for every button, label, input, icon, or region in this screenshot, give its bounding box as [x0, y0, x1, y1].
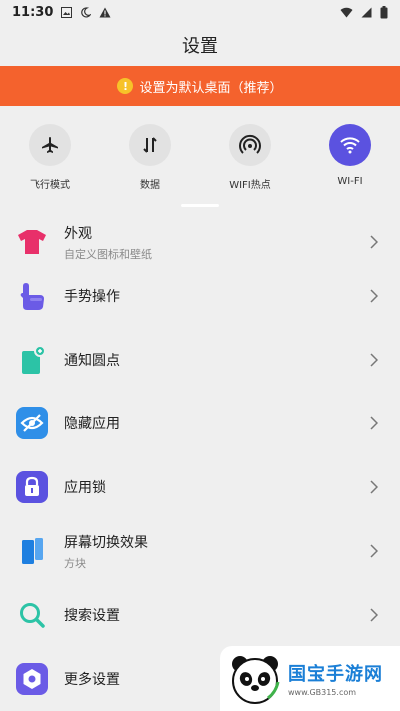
- settings-item-subtitle: 方块: [64, 556, 86, 570]
- panda-logo-icon: [232, 655, 280, 704]
- settings-item-title: 隐藏应用: [64, 416, 120, 432]
- toggle-mobile-data[interactable]: 数据: [110, 124, 190, 191]
- moon-icon: [81, 6, 92, 17]
- settings-item-screen-transition[interactable]: 屏幕切换效果 方块: [0, 519, 400, 583]
- search-icon: [16, 599, 48, 631]
- signal-icon: [361, 7, 372, 17]
- settings-item-hide-apps[interactable]: 隐藏应用: [0, 391, 400, 455]
- settings-item-title: 搜索设置: [64, 608, 120, 624]
- toggle-data-circle: [129, 124, 171, 166]
- settings-item-title: 应用锁: [64, 480, 106, 496]
- warning-badge-icon: !: [117, 78, 134, 94]
- page-title: 设置: [182, 36, 218, 57]
- chevron-right-icon: [368, 352, 380, 368]
- set-default-launcher-banner[interactable]: ! 设置为默认桌面（推荐）: [0, 66, 400, 106]
- chevron-right-icon: [368, 288, 380, 304]
- wifi-icon: [340, 7, 353, 17]
- banner-text: 设置为默认桌面（推荐）: [139, 80, 283, 96]
- settings-item-title: 外观: [64, 225, 92, 242]
- chevron-right-icon: [368, 234, 380, 250]
- toggle-wifi-hotspot[interactable]: WIFI热点: [210, 124, 290, 191]
- settings-item-title: 手势操作: [64, 289, 120, 305]
- hide-eye-icon: [16, 407, 48, 439]
- quick-toggles: 飞行模式 数据 WIFI热点 WI-FI: [0, 124, 400, 196]
- toggle-label: 数据: [140, 180, 160, 191]
- settings-item-subtitle: 自定义图标和壁纸: [64, 247, 152, 261]
- toggle-hotspot-circle: [229, 124, 271, 166]
- hotspot-icon: [239, 134, 261, 154]
- drag-handle[interactable]: [181, 204, 219, 207]
- data-arrows-icon: [143, 137, 157, 153]
- settings-item-gestures[interactable]: 手势操作: [0, 264, 400, 328]
- image-icon: [61, 6, 73, 18]
- settings-item-search-settings[interactable]: 搜索设置: [0, 583, 400, 647]
- toggle-label: 飞行模式: [30, 180, 70, 191]
- toggle-airplane-circle: [29, 124, 71, 166]
- warning-icon: [99, 7, 111, 17]
- toggle-label: WIFI热点: [229, 180, 271, 191]
- tshirt-icon: [16, 226, 48, 258]
- toggle-wifi[interactable]: WI-FI: [310, 124, 390, 187]
- chevron-right-icon: [368, 607, 380, 623]
- notification-dot-icon: [16, 344, 48, 376]
- toggle-wifi-circle: [329, 124, 371, 166]
- battery-icon: [380, 5, 388, 18]
- toggle-airplane-mode[interactable]: 飞行模式: [10, 124, 90, 191]
- settings-item-title: 屏幕切换效果: [64, 534, 148, 551]
- settings-item-title: 更多设置: [64, 672, 120, 688]
- gesture-hand-icon: [16, 280, 48, 312]
- toggle-label: WI-FI: [337, 176, 363, 187]
- chevron-right-icon: [368, 415, 380, 431]
- settings-item-title: 通知圆点: [64, 353, 120, 369]
- site-watermark: 国宝手游网 www.GB315.com: [220, 646, 400, 711]
- screen-transition-icon: [16, 535, 48, 567]
- status-time: 11:30: [12, 4, 54, 20]
- chevron-right-icon: [368, 479, 380, 495]
- chevron-right-icon: [368, 543, 380, 559]
- watermark-title: 国宝手游网: [288, 664, 383, 685]
- settings-item-notification-dots[interactable]: 通知圆点: [0, 328, 400, 392]
- airplane-icon: [42, 137, 58, 153]
- watermark-url: www.GB315.com: [288, 688, 357, 697]
- status-bar: 11:30: [0, 0, 400, 24]
- wifi-icon: [340, 137, 360, 154]
- settings-item-app-lock[interactable]: 应用锁: [0, 455, 400, 519]
- lock-icon: [16, 471, 48, 503]
- more-settings-icon: [16, 663, 48, 695]
